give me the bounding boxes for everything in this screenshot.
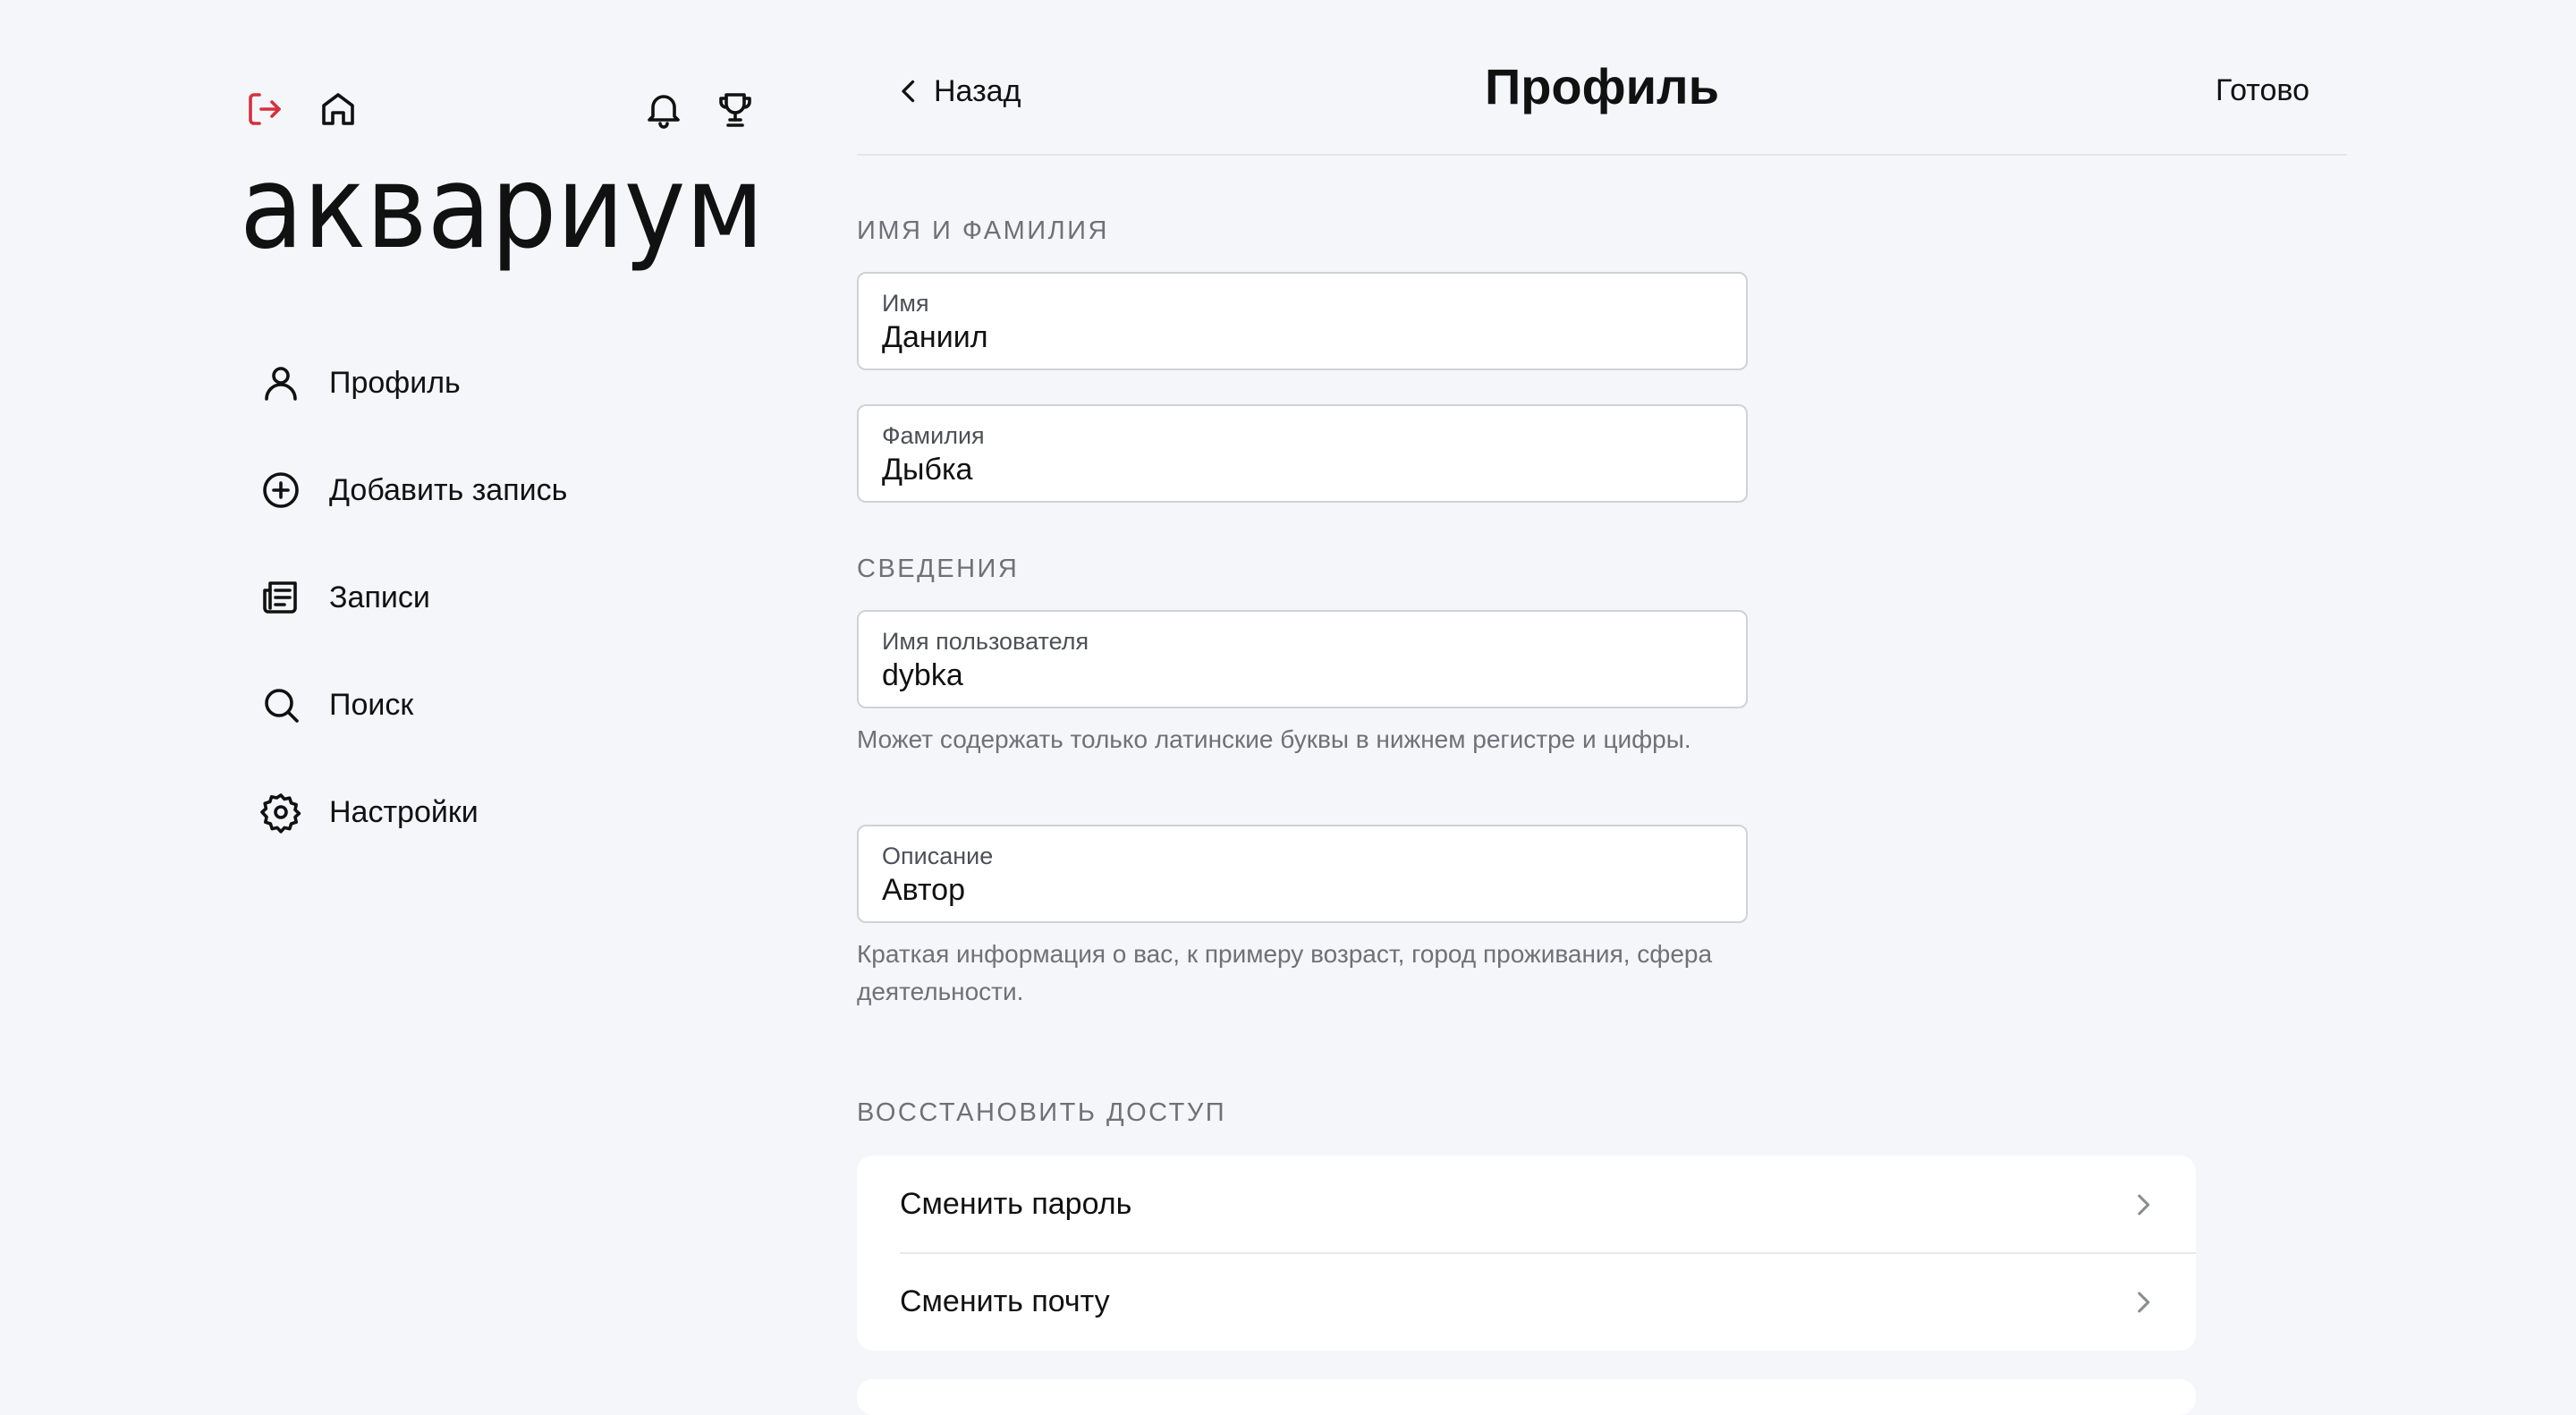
user-icon [256, 358, 306, 408]
first-name-field[interactable]: Имя [857, 272, 1748, 370]
last-name-label: Фамилия [882, 422, 985, 449]
first-name-input[interactable] [882, 320, 1714, 355]
first-name-label: Имя [882, 290, 929, 317]
plus-circle-icon [256, 465, 306, 515]
sidebar: аквариум Профиль Добавить запись Записи … [0, 0, 805, 1394]
sidebar-item-label: Добавить запись [329, 472, 568, 507]
username-field[interactable]: Имя пользователя [857, 610, 1748, 708]
main-content: Назад Профиль Готово ИМЯ И ФАМИЛИЯ Имя Ф… [857, 0, 2347, 1415]
last-name-input[interactable] [882, 453, 1714, 487]
gear-icon [256, 787, 306, 837]
sidebar-item-settings[interactable]: Настройки [256, 776, 757, 848]
logout-icon[interactable] [238, 82, 292, 136]
sidebar-item-label: Записи [329, 580, 430, 614]
sidebar-item-profile[interactable]: Профиль [256, 347, 757, 419]
chevron-right-icon [2138, 1194, 2150, 1215]
next-card-partial [857, 1379, 2196, 1415]
description-input[interactable] [882, 873, 1714, 908]
search-icon [256, 680, 306, 730]
sidebar-item-search[interactable]: Поиск [256, 669, 757, 741]
bell-icon[interactable] [637, 82, 691, 136]
username-label: Имя пользователя [882, 628, 1089, 655]
description-label: Описание [882, 843, 994, 869]
sidebar-item-label: Профиль [329, 365, 461, 400]
section-title-name: ИМЯ И ФАМИЛИЯ [857, 216, 1109, 245]
change-email-label: Сменить почту [900, 1284, 1110, 1318]
logo-text: аквариум [240, 161, 764, 275]
change-email-row[interactable]: Сменить почту [857, 1253, 2196, 1351]
change-password-label: Сменить пароль [900, 1187, 1132, 1221]
page-title: Профиль [1484, 58, 1720, 114]
change-password-row[interactable]: Сменить пароль [857, 1156, 2196, 1254]
sidebar-item-label: Поиск [329, 687, 414, 722]
sidebar-item-add-post[interactable]: Добавить запись [256, 454, 757, 526]
logo: аквариум [240, 161, 764, 275]
done-button[interactable]: Готово [2216, 73, 2309, 108]
restore-access-card: Сменить пароль Сменить почту [857, 1156, 2196, 1351]
username-hint: Может содержать только латинские буквы в… [857, 725, 1691, 753]
trophy-icon[interactable] [708, 82, 762, 136]
chevron-right-icon [2138, 1292, 2150, 1312]
description-hint: Краткая информация о вас, к примеру возр… [857, 940, 1713, 1005]
section-title-info: СВЕДЕНИЯ [857, 555, 1020, 583]
page-header: Назад Профиль Готово [857, 45, 2347, 143]
header-divider [857, 154, 2347, 156]
description-field[interactable]: Описание [857, 825, 1748, 923]
sidebar-item-posts[interactable]: Записи [256, 562, 757, 633]
username-input[interactable] [882, 658, 1714, 693]
home-icon[interactable] [311, 82, 365, 136]
newspaper-icon [256, 572, 306, 623]
sidebar-item-label: Настройки [329, 794, 479, 829]
section-title-restore: ВОССТАНОВИТЬ ДОСТУП [857, 1098, 1227, 1127]
last-name-field[interactable]: Фамилия [857, 404, 1748, 503]
